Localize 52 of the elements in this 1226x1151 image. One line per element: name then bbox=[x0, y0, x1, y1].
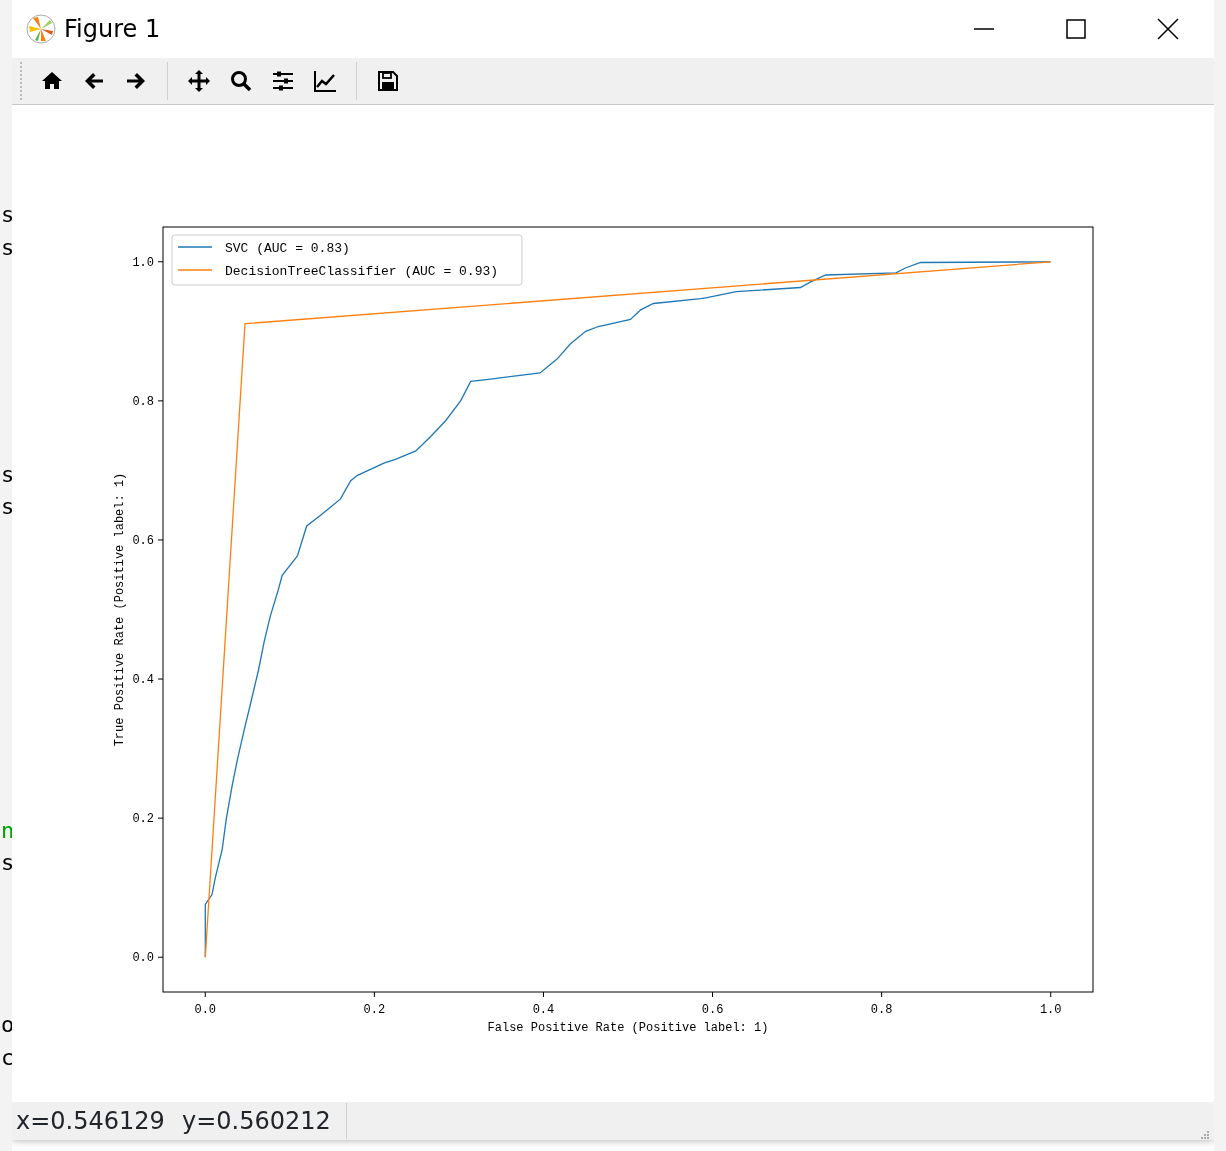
tick-mark bbox=[204, 991, 206, 998]
tick-label: 0.2 bbox=[132, 812, 154, 827]
home-icon bbox=[41, 70, 63, 92]
search-icon bbox=[230, 70, 252, 92]
code-text: n bbox=[1, 817, 12, 845]
tick-label: 1.0 bbox=[132, 255, 154, 270]
code-text: s bbox=[1, 849, 12, 878]
y-coordinate: y=0.560212 bbox=[182, 1103, 347, 1139]
tick-label: 0.8 bbox=[870, 1003, 893, 1017]
x-coordinate: x=0.546129 bbox=[15, 1106, 166, 1137]
tick-label: 0.8 bbox=[132, 394, 154, 409]
move-icon bbox=[188, 70, 210, 92]
tick-label: 0.6 bbox=[132, 533, 154, 548]
code-text: c bbox=[1, 1043, 12, 1072]
forward-arrow-icon bbox=[125, 70, 147, 92]
save-icon bbox=[377, 70, 399, 92]
x-axis-label: False Positive Rate (Positive label: 1) bbox=[487, 1021, 769, 1035]
tick-label: 0.0 bbox=[132, 951, 154, 966]
back-arrow-icon bbox=[83, 70, 105, 92]
window-title: Figure 1 bbox=[64, 14, 161, 45]
tick-mark bbox=[157, 261, 164, 263]
line-chart-icon bbox=[314, 70, 336, 92]
resize-grip-icon[interactable] bbox=[1200, 1130, 1210, 1140]
sliders-icon bbox=[272, 70, 294, 92]
y-axis-label: True Positive Rate (Positive label: 1) bbox=[113, 472, 127, 747]
close-icon bbox=[1157, 18, 1179, 40]
tick-label: 0.4 bbox=[532, 1003, 555, 1017]
tick-mark bbox=[1050, 991, 1052, 998]
maximize-icon bbox=[1066, 19, 1086, 39]
code-text: s bbox=[1, 233, 12, 262]
minimize-icon bbox=[974, 28, 994, 30]
tick-label: 1.0 bbox=[1039, 1003, 1062, 1017]
code-text: s bbox=[1, 493, 12, 521]
tick-mark bbox=[373, 991, 375, 998]
app-logo-icon bbox=[26, 14, 56, 44]
legend-label: DecisionTreeClassifier (AUC = 0.93) bbox=[225, 264, 499, 279]
tick-label: 0.2 bbox=[363, 1003, 386, 1017]
code-text: s bbox=[1, 460, 12, 489]
tick-mark bbox=[157, 678, 164, 680]
code-text: o bbox=[1, 1011, 12, 1040]
tick-mark bbox=[157, 956, 164, 958]
tick-mark bbox=[712, 991, 714, 998]
tick-mark bbox=[881, 991, 883, 998]
tick-mark bbox=[542, 991, 544, 998]
tick-label: 0.4 bbox=[132, 673, 154, 688]
legend-label: SVC (AUC = 0.83) bbox=[225, 241, 350, 256]
tick-mark bbox=[157, 539, 164, 541]
code-text: s bbox=[1, 201, 12, 230]
tick-label: 0.0 bbox=[194, 1003, 217, 1017]
tick-label: 0.6 bbox=[701, 1003, 724, 1017]
tick-mark bbox=[157, 817, 164, 819]
tick-mark bbox=[157, 400, 164, 402]
